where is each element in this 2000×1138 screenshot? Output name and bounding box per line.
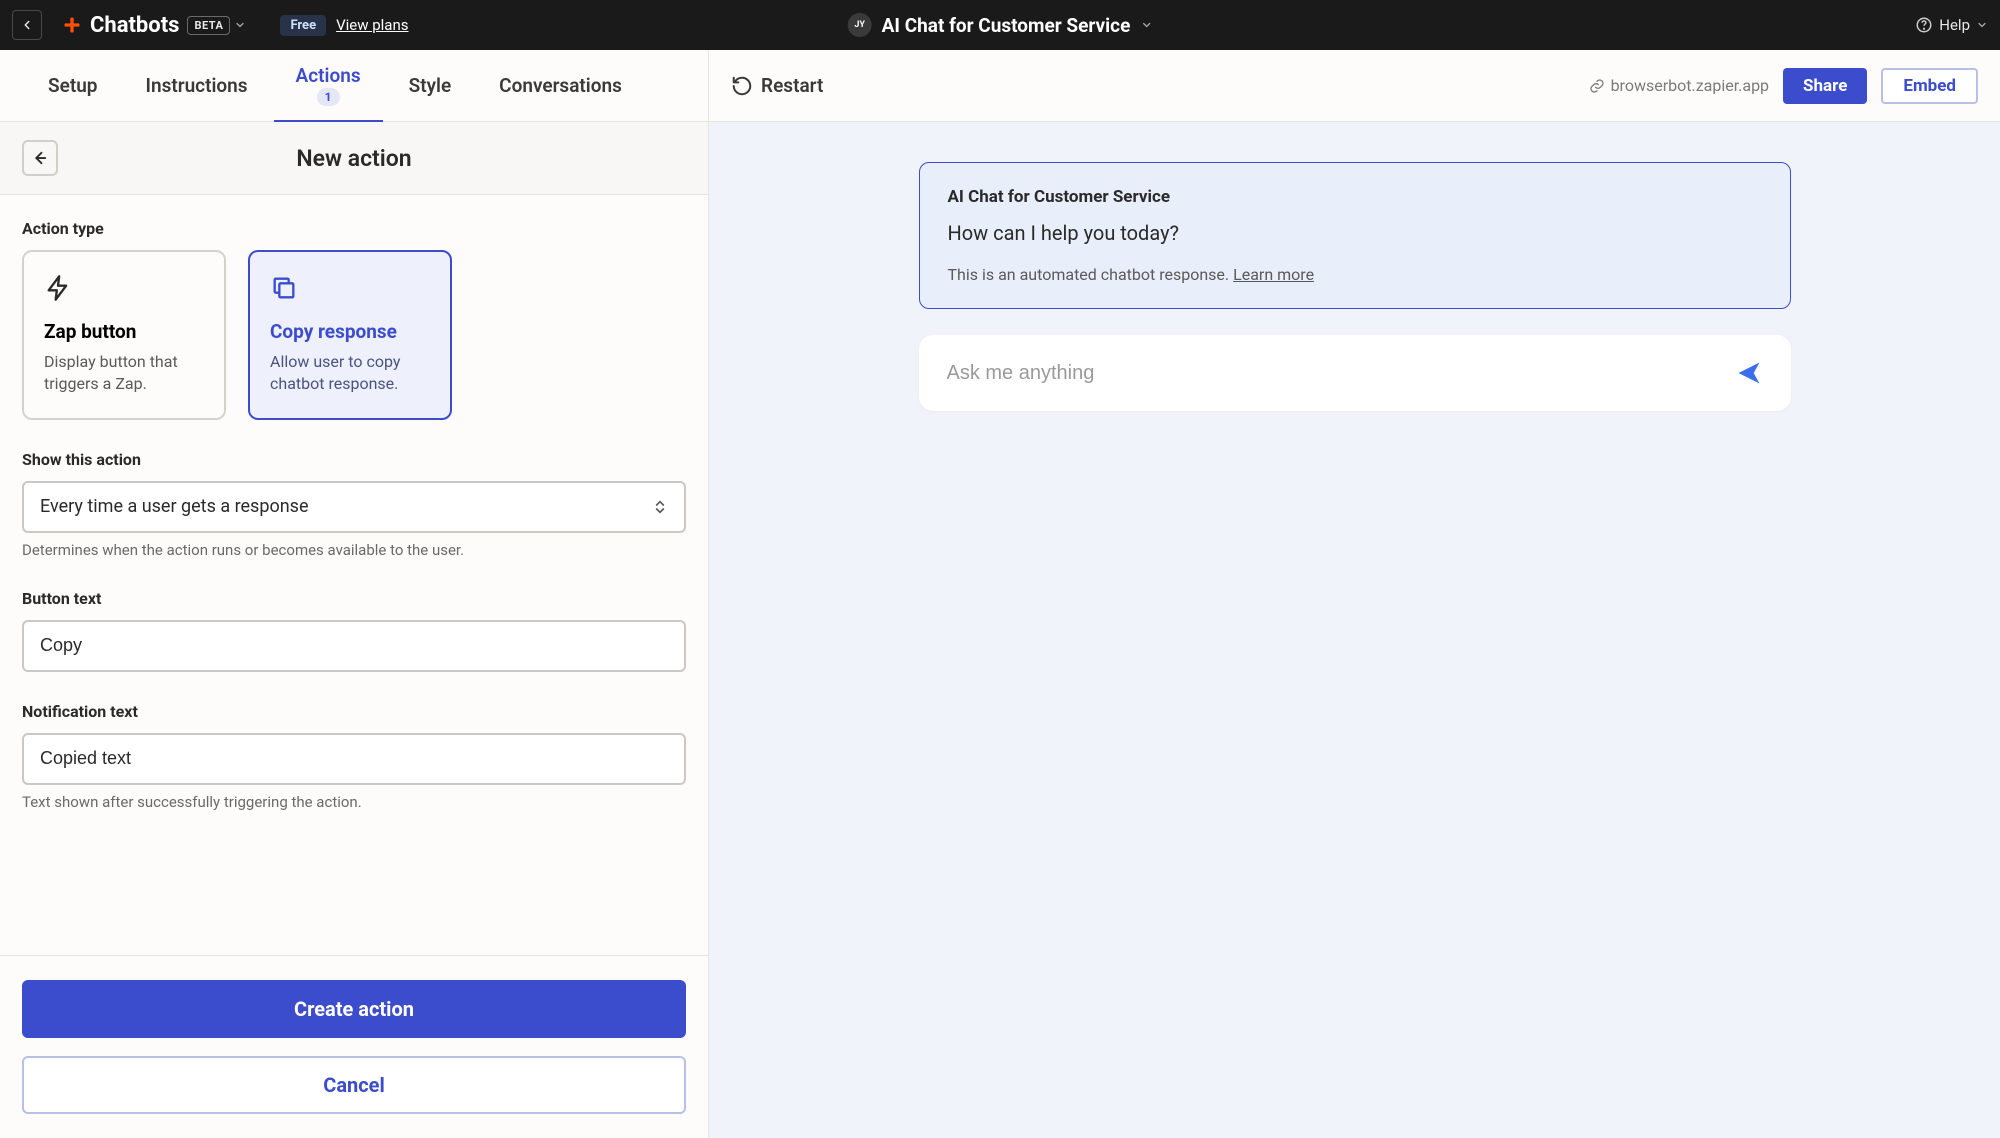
embed-button[interactable]: Embed	[1881, 68, 1978, 104]
action-type-label: Action type	[22, 219, 686, 238]
button-label: Share	[1803, 76, 1847, 96]
panel-title: New action	[296, 145, 411, 172]
send-button[interactable]	[1735, 359, 1763, 387]
select-value: Every time a user gets a response	[40, 496, 309, 517]
card-description: Allow user to copy chatbot response.	[270, 351, 430, 396]
avatar: JY	[848, 13, 872, 37]
notification-text-input[interactable]	[22, 733, 686, 785]
chat-bot-name: AI Chat for Customer Service	[948, 187, 1762, 207]
action-type-zap-button[interactable]: Zap button Display button that triggers …	[22, 250, 226, 420]
restart-button[interactable]: Restart	[731, 74, 823, 97]
send-icon	[1735, 359, 1763, 387]
tab-instructions[interactable]: Instructions	[124, 50, 270, 121]
button-label: Create action	[294, 997, 414, 1021]
tabs-row: Setup Instructions Actions 1 Style Conve…	[0, 50, 709, 122]
button-text-block: Button text	[22, 589, 686, 672]
main-split: New action Action type Zap button Displa…	[0, 122, 2000, 1138]
show-action-block: Show this action Every time a user gets …	[22, 450, 686, 559]
beta-badge: BETA	[187, 16, 230, 35]
zapier-logo-icon	[62, 15, 82, 35]
notification-text-block: Notification text Text shown after succe…	[22, 702, 686, 811]
panel-header: New action	[0, 122, 708, 195]
arrow-left-icon	[31, 149, 49, 167]
panel-footer: Create action Cancel	[0, 955, 708, 1138]
panel-back-button[interactable]	[22, 140, 58, 176]
form-body: Action type Zap button Display button th…	[0, 195, 708, 955]
tab-label: Conversations	[499, 74, 622, 97]
tab-style[interactable]: Style	[387, 50, 474, 121]
tab-label: Setup	[48, 74, 98, 97]
restart-label: Restart	[761, 74, 823, 97]
config-panel: New action Action type Zap button Displa…	[0, 122, 709, 1138]
chat-disclaimer: This is an automated chatbot response. L…	[948, 265, 1762, 284]
preview-toolbar: Restart browserbot.zapier.app Share Embe…	[709, 50, 2000, 122]
show-action-helper: Determines when the action runs or becom…	[22, 541, 686, 559]
preview-url[interactable]: browserbot.zapier.app	[1589, 76, 1769, 95]
show-action-select[interactable]: Every time a user gets a response	[22, 481, 686, 533]
create-action-button[interactable]: Create action	[22, 980, 686, 1038]
link-icon	[1589, 78, 1605, 94]
card-description: Display button that triggers a Zap.	[44, 351, 204, 396]
view-plans-link[interactable]: View plans	[336, 16, 408, 34]
tab-label: Instructions	[146, 74, 248, 97]
zap-icon	[44, 274, 204, 306]
chat-greeting: How can I help you today?	[948, 221, 1762, 245]
brand-name: Chatbots	[90, 13, 179, 38]
preview-pane: AI Chat for Customer Service How can I h…	[709, 122, 2000, 1138]
topbar: Chatbots BETA Free View plans JY AI Chat…	[0, 0, 2000, 50]
project-title-group[interactable]: JY AI Chat for Customer Service	[848, 13, 1153, 37]
tab-setup[interactable]: Setup	[26, 50, 120, 121]
button-label: Embed	[1903, 76, 1956, 96]
action-type-options: Zap button Display button that triggers …	[22, 250, 686, 420]
secondary-bar: Setup Instructions Actions 1 Style Conve…	[0, 50, 2000, 122]
share-button[interactable]: Share	[1783, 68, 1867, 104]
disclaimer-text: This is an automated chatbot response.	[948, 265, 1234, 284]
restart-icon	[731, 75, 753, 97]
project-name: AI Chat for Customer Service	[882, 14, 1131, 37]
help-label: Help	[1939, 16, 1970, 34]
button-text-label: Button text	[22, 589, 686, 608]
help-menu[interactable]: Help	[1915, 16, 1988, 34]
notification-text-label: Notification text	[22, 702, 686, 721]
tab-actions[interactable]: Actions 1	[274, 50, 383, 121]
chevron-down-icon[interactable]	[234, 19, 246, 31]
tab-count-badge: 1	[317, 88, 340, 106]
tab-conversations[interactable]: Conversations	[477, 50, 644, 121]
chevron-down-icon	[1976, 19, 1988, 31]
chevron-down-icon	[1140, 19, 1152, 31]
chat-input[interactable]	[947, 362, 1735, 385]
show-action-label: Show this action	[22, 450, 686, 469]
card-title: Zap button	[44, 320, 204, 343]
select-chevron-icon	[652, 499, 668, 515]
learn-more-link[interactable]: Learn more	[1233, 265, 1314, 284]
help-icon	[1915, 16, 1933, 34]
button-text-input[interactable]	[22, 620, 686, 672]
copy-icon	[270, 274, 430, 306]
notification-helper: Text shown after successfully triggering…	[22, 793, 686, 811]
plan-chip: Free	[280, 15, 326, 36]
cancel-button[interactable]: Cancel	[22, 1056, 686, 1114]
nav-back-button[interactable]	[12, 10, 42, 40]
tab-label: Actions	[296, 65, 361, 88]
action-type-copy-response[interactable]: Copy response Allow user to copy chatbot…	[248, 250, 452, 420]
card-title: Copy response	[270, 320, 430, 343]
chat-greeting-card: AI Chat for Customer Service How can I h…	[919, 162, 1791, 309]
chat-input-row	[919, 335, 1791, 411]
preview-url-text: browserbot.zapier.app	[1611, 76, 1769, 95]
tab-label: Style	[409, 74, 452, 97]
button-label: Cancel	[323, 1073, 385, 1097]
arrow-left-icon	[20, 18, 34, 32]
